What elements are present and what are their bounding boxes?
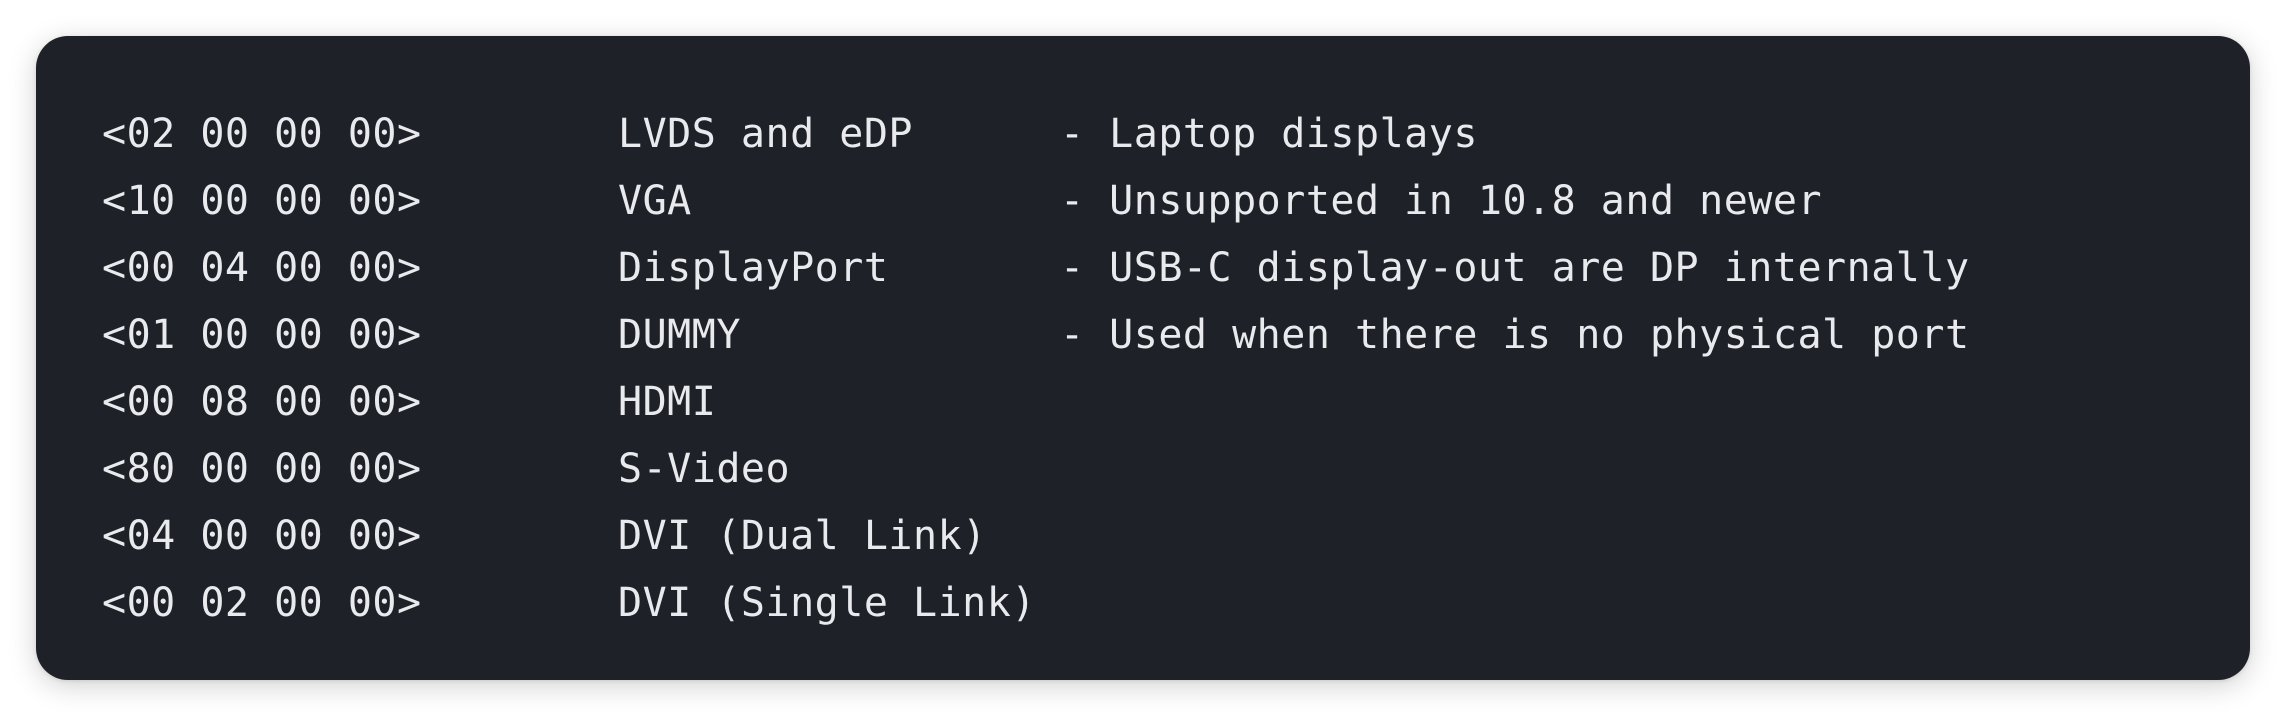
- connector-value: <00 02 00 00>: [102, 579, 422, 626]
- connector-value: <00 08 00 00>: [102, 378, 422, 425]
- code-block: <02 00 00 00> LVDS and eDP - Laptop disp…: [36, 36, 2250, 680]
- connector-note: - Unsupported in 10.8 and newer: [1060, 177, 1823, 224]
- connector-value: <01 00 00 00>: [102, 311, 422, 358]
- connector-value: <04 00 00 00>: [102, 512, 422, 559]
- code-line: <04 00 00 00> DVI (Dual Link): [102, 502, 2250, 569]
- connector-value: <80 00 00 00>: [102, 445, 422, 492]
- code-line: <00 02 00 00> DVI (Single Link): [102, 569, 2250, 636]
- code-line: <00 04 00 00> DisplayPort - USB-C displa…: [102, 234, 2250, 301]
- page: <02 00 00 00> LVDS and eDP - Laptop disp…: [0, 0, 2286, 716]
- connector-type: DisplayPort: [618, 244, 889, 291]
- code-line: <02 00 00 00> LVDS and eDP - Laptop disp…: [102, 100, 2250, 167]
- code-line: <80 00 00 00> S-Video: [102, 435, 2250, 502]
- connector-note: - USB-C display-out are DP internally: [1060, 244, 1970, 291]
- connector-note: - Used when there is no physical port: [1060, 311, 1970, 358]
- connector-note: - Laptop displays: [1060, 110, 1478, 157]
- connector-type: DVI (Dual Link): [618, 512, 987, 559]
- code-line: <10 00 00 00> VGA - Unsupported in 10.8 …: [102, 167, 2250, 234]
- connector-type: DVI (Single Link): [618, 579, 1036, 626]
- connector-value: <00 04 00 00>: [102, 244, 422, 291]
- connector-type: HDMI: [618, 378, 717, 425]
- connector-value: <02 00 00 00>: [102, 110, 422, 157]
- connector-type: VGA: [618, 177, 692, 224]
- code-line: <01 00 00 00> DUMMY - Used when there is…: [102, 301, 2250, 368]
- connector-value: <10 00 00 00>: [102, 177, 422, 224]
- connector-type: S-Video: [618, 445, 791, 492]
- connector-type: LVDS and eDP: [618, 110, 913, 157]
- connector-type: DUMMY: [618, 311, 741, 358]
- code-line: <00 08 00 00> HDMI: [102, 368, 2250, 435]
